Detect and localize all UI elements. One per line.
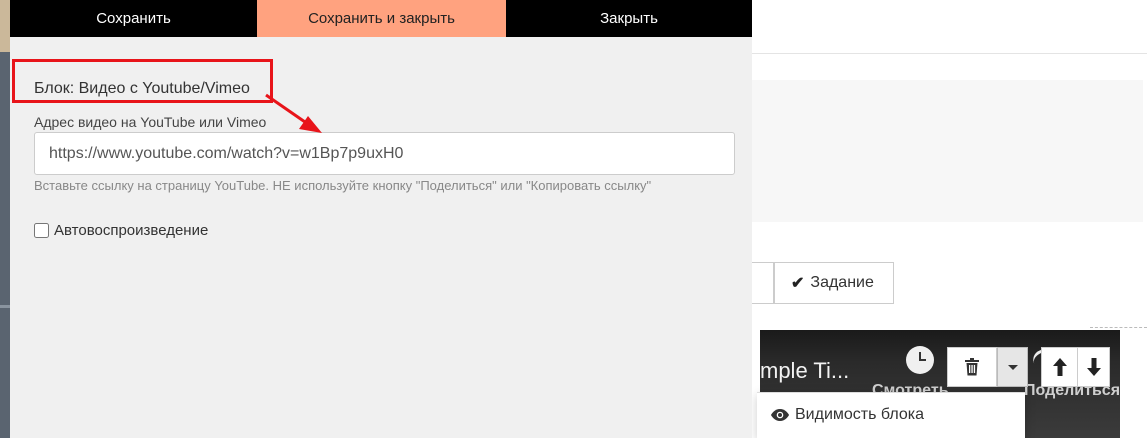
annotation-highlight-box — [12, 59, 273, 103]
save-and-close-button[interactable]: Сохранить и закрыть — [257, 0, 506, 37]
left-edge-thumbnail — [0, 0, 10, 52]
caret-down-icon — [1007, 364, 1018, 370]
save-button[interactable]: Сохранить — [10, 0, 257, 37]
left-edge-strip — [0, 0, 10, 438]
left-edge-line — [0, 305, 10, 308]
eye-icon — [771, 409, 789, 421]
task-group-button-left[interactable] — [752, 262, 774, 304]
task-button-label: Задание — [810, 274, 874, 291]
page-grey-section — [752, 80, 1143, 222]
menu-item-visibility-label: Видимость блока — [795, 406, 924, 423]
autoplay-option[interactable]: Автовоспроизведение — [34, 222, 208, 239]
clock-icon — [906, 346, 934, 374]
video-url-help-text: Вставьте ссылку на страницу YouTube. НЕ … — [34, 178, 652, 193]
delete-block-button[interactable] — [947, 347, 997, 387]
autoplay-checkbox[interactable] — [34, 223, 49, 238]
autoplay-label: Автовоспроизведение — [54, 222, 209, 239]
editor-toolbar: Сохранить Сохранить и закрыть Закрыть — [10, 0, 752, 37]
arrow-up-icon — [1052, 358, 1067, 376]
check-icon: ✔ — [791, 275, 805, 292]
close-button[interactable]: Закрыть — [506, 0, 752, 37]
move-down-button[interactable] — [1077, 347, 1110, 387]
block-dropdown-menu: Видимость блока — [757, 392, 1025, 438]
trash-icon — [965, 358, 979, 376]
menu-item-visibility[interactable]: Видимость блока — [771, 406, 924, 424]
dashed-divider — [1090, 327, 1147, 328]
video-url-label: Адрес видео на YouTube или Vimeo — [34, 114, 267, 130]
arrow-down-icon — [1086, 358, 1101, 376]
move-up-button[interactable] — [1041, 347, 1077, 387]
task-button[interactable]: ✔ Задание — [774, 262, 894, 304]
block-menu-toggle[interactable] — [997, 347, 1028, 387]
page-divider — [752, 53, 1147, 54]
video-url-input[interactable] — [34, 132, 735, 175]
video-title: mple Ti... — [760, 358, 850, 383]
